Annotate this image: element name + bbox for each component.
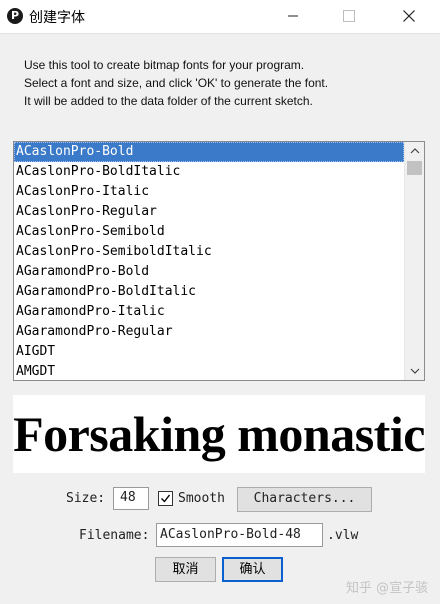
window-title: 创建字体 xyxy=(29,10,85,26)
minimize-button[interactable] xyxy=(270,0,316,33)
font-list-item[interactable]: AGaramondPro-Italic xyxy=(14,302,404,322)
size-label: Size: xyxy=(66,491,106,506)
title-bar: P 创建字体 xyxy=(0,0,440,34)
preview-text: Forsaking monastic xyxy=(13,406,425,462)
instructions: Use this tool to create bitmap fonts for… xyxy=(24,56,424,110)
ok-button[interactable]: 确认 xyxy=(222,557,283,582)
font-list-item[interactable]: ACaslonPro-Regular xyxy=(14,202,404,222)
filename-label: Filename: xyxy=(79,528,150,543)
font-preview: Forsaking monastic xyxy=(13,395,425,473)
scroll-up-button[interactable] xyxy=(405,142,424,160)
scroll-thumb[interactable] xyxy=(407,161,422,175)
font-list-scrollbar[interactable] xyxy=(404,142,424,380)
font-list-item[interactable]: AMGDT xyxy=(14,362,404,380)
font-list-item[interactable]: ACaslonPro-SemiboldItalic xyxy=(14,242,404,262)
instruction-line: It will be added to the data folder of t… xyxy=(24,94,313,108)
font-list-item[interactable]: AIGDT xyxy=(14,342,404,362)
checkmark-icon xyxy=(161,494,171,503)
font-list-item[interactable]: ACaslonPro-BoldItalic xyxy=(14,162,404,182)
font-list-item[interactable]: ACaslonPro-Italic xyxy=(14,182,404,202)
maximize-icon xyxy=(343,10,355,22)
font-list-item[interactable]: AGaramondPro-BoldItalic xyxy=(14,282,404,302)
instruction-line: Use this tool to create bitmap fonts for… xyxy=(24,58,305,72)
font-list-item[interactable]: AGaramondPro-Regular xyxy=(14,322,404,342)
chevron-up-icon xyxy=(410,148,420,154)
processing-logo-icon: P xyxy=(7,8,23,24)
watermark: 知乎 @宣子骇 xyxy=(346,581,429,596)
smooth-checkbox[interactable] xyxy=(158,491,173,506)
instruction-line: Select a font and size, and click 'OK' t… xyxy=(24,76,329,90)
close-button[interactable] xyxy=(386,0,432,33)
chevron-down-icon xyxy=(410,368,420,374)
font-list-item[interactable]: AGaramondPro-Bold xyxy=(14,262,404,282)
scroll-down-button[interactable] xyxy=(405,362,424,380)
smooth-label[interactable]: Smooth xyxy=(178,491,225,506)
maximize-button[interactable] xyxy=(326,0,372,33)
cancel-button[interactable]: 取消 xyxy=(155,557,216,582)
font-list-item-selected[interactable]: ACaslonPro-Bold xyxy=(14,142,404,162)
close-icon xyxy=(403,10,415,22)
font-list[interactable]: ACaslonPro-Bold ACaslonPro-BoldItalic AC… xyxy=(13,141,425,381)
minimize-icon xyxy=(288,15,298,17)
font-list-item[interactable]: ACaslonPro-Semibold xyxy=(14,222,404,242)
size-input[interactable]: 48 xyxy=(113,487,149,510)
characters-button[interactable]: Characters... xyxy=(237,487,372,512)
filename-input[interactable]: ACaslonPro-Bold-48 xyxy=(156,523,323,547)
extension-label: .vlw xyxy=(327,528,359,543)
